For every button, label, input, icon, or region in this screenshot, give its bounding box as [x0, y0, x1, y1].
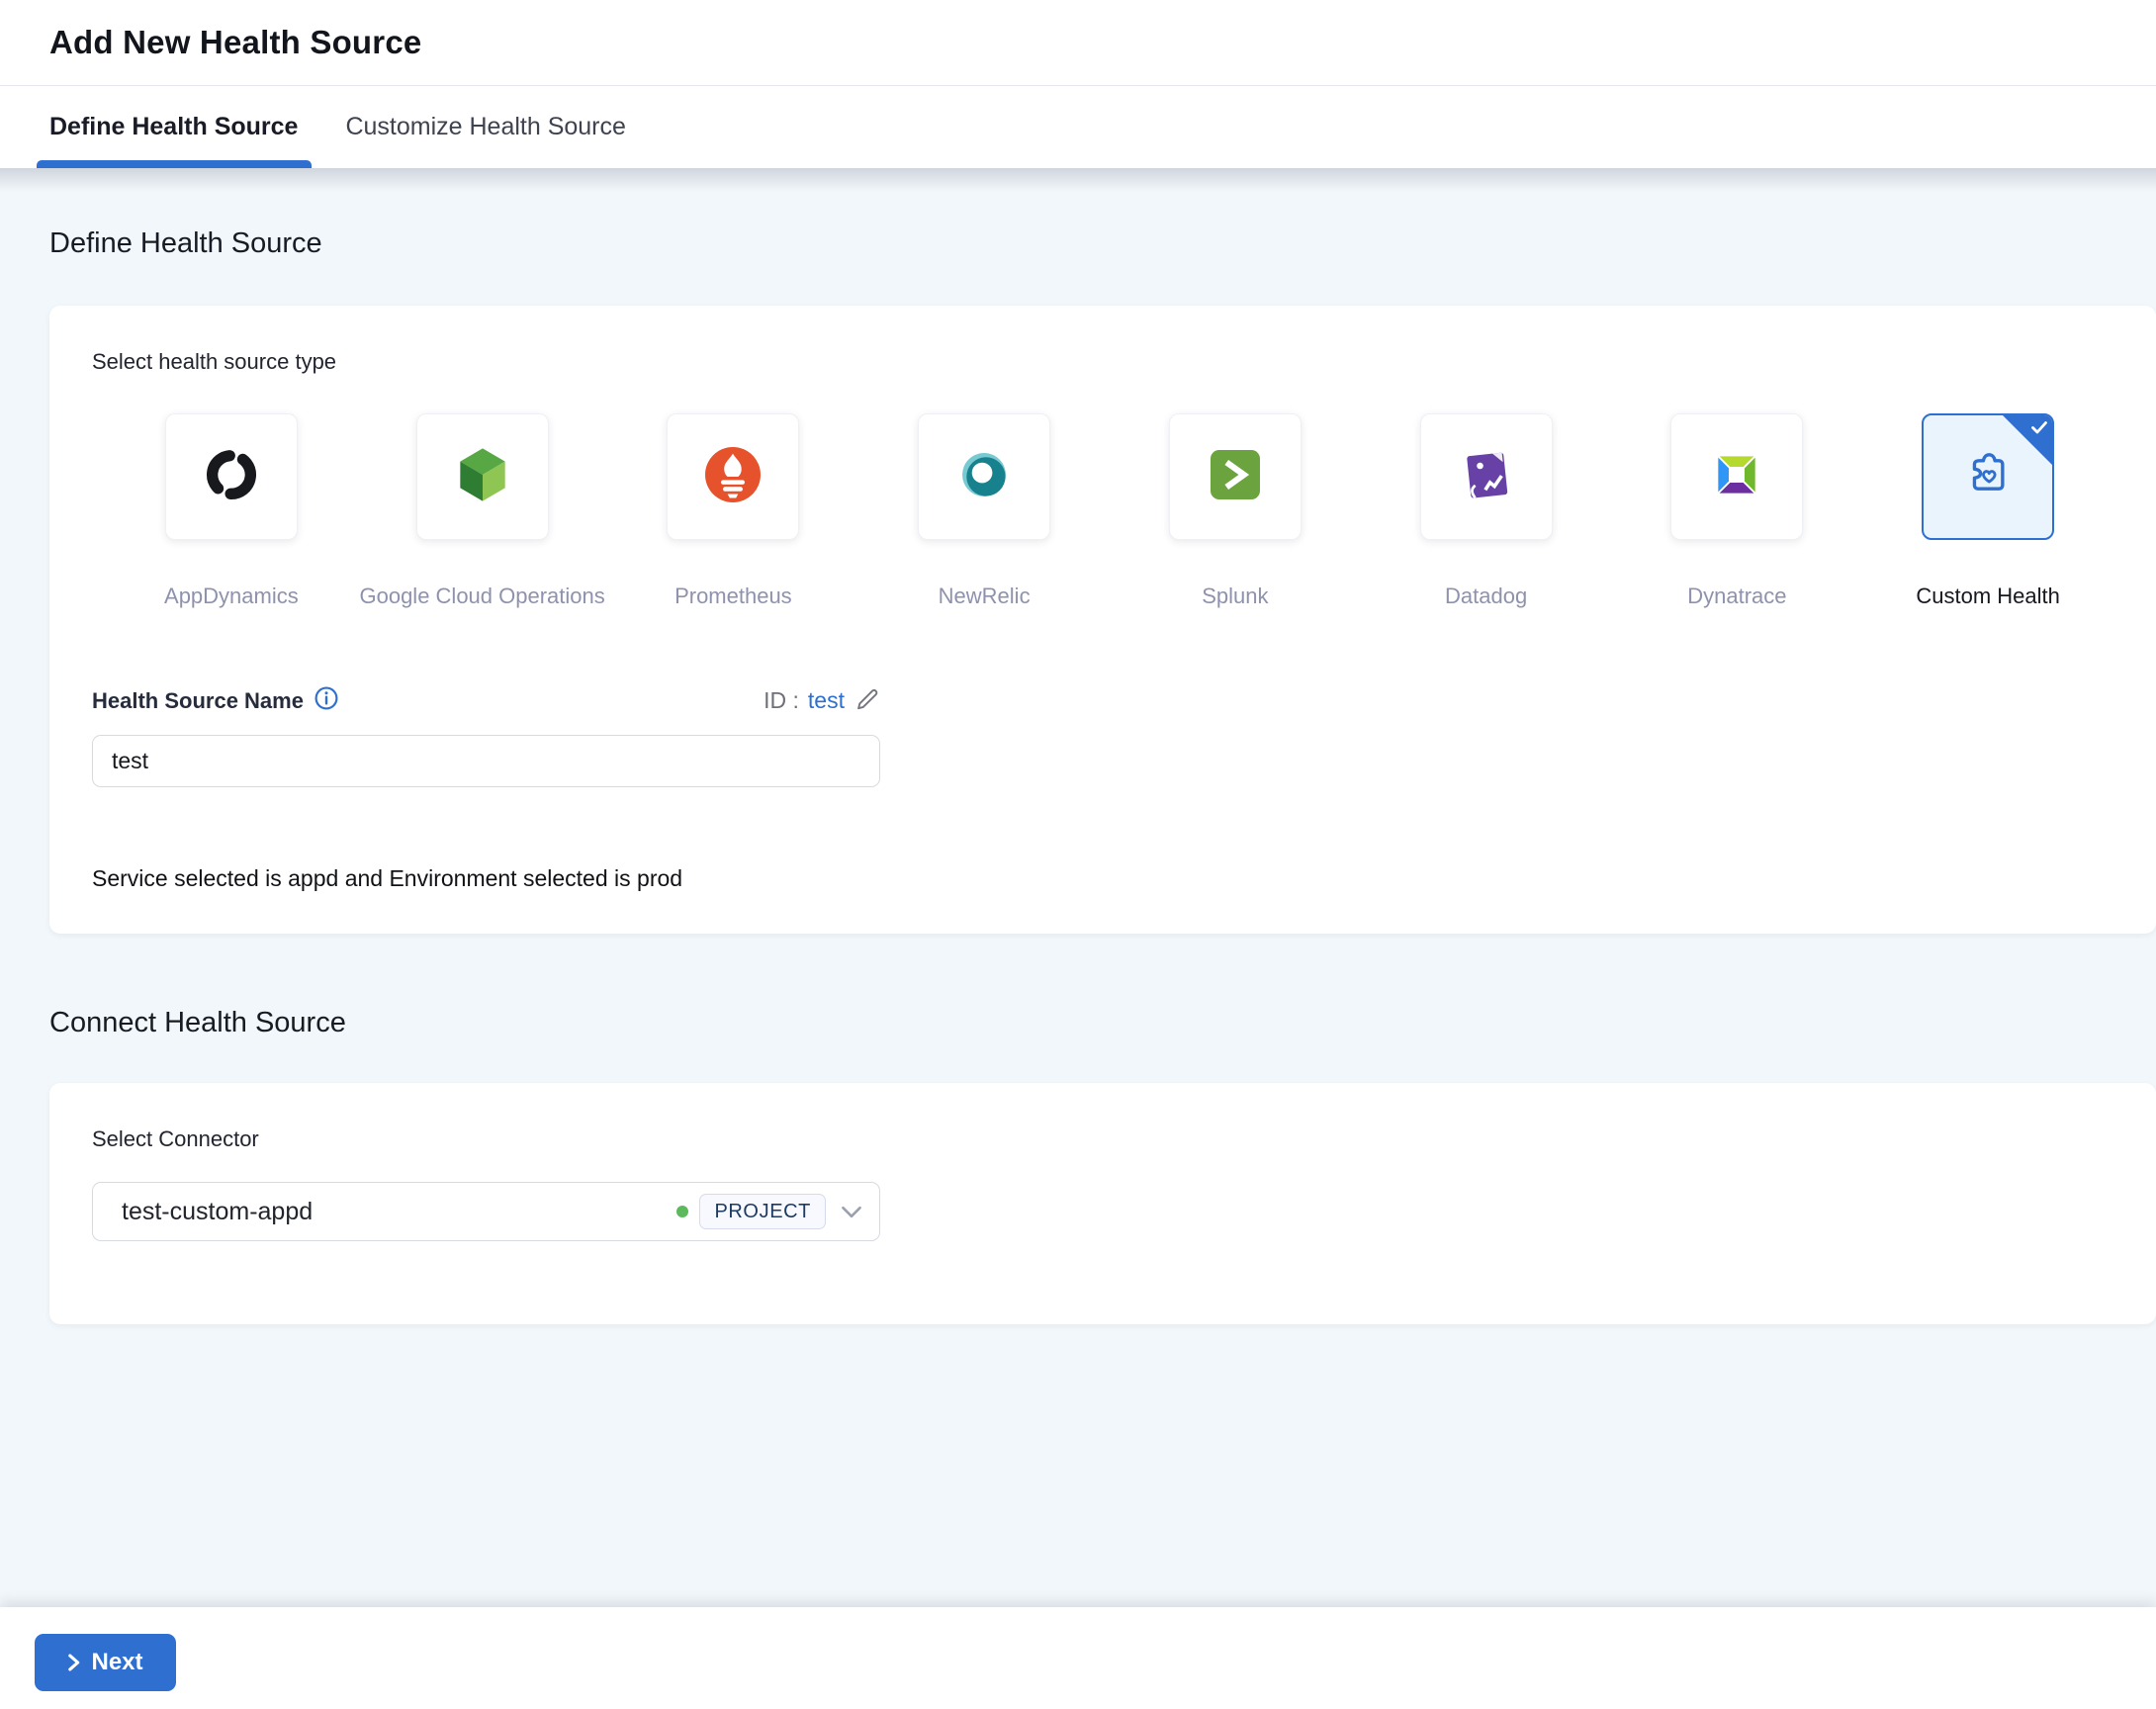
- id-value: test: [807, 687, 845, 713]
- google-cloud-operations-icon: [451, 443, 514, 511]
- connector-status-dot-icon: [676, 1206, 689, 1217]
- source-type-newrelic[interactable]: NewRelic: [858, 413, 1110, 609]
- edit-icon[interactable]: [853, 684, 880, 717]
- source-type-splunk[interactable]: Splunk: [1110, 413, 1361, 609]
- health-source-name-row: Health Source Name ID : test: [92, 684, 880, 717]
- define-section-heading: Define Health Source: [49, 227, 322, 259]
- select-type-label: Select health source type: [92, 349, 337, 374]
- source-type-datadog[interactable]: Datadog: [1361, 413, 1612, 609]
- define-health-source-card: Select health source type AppDynamics Go…: [49, 306, 2156, 934]
- id-display: ID : test: [764, 684, 880, 717]
- tab-label: Define Health Source: [49, 113, 299, 140]
- footer-bar: Next: [0, 1607, 2156, 1709]
- tab-customize-health-source[interactable]: Customize Health Source: [345, 86, 625, 168]
- service-environment-note: Service selected is appd and Environment…: [92, 865, 683, 891]
- info-icon[interactable]: [314, 685, 339, 716]
- splunk-icon: [1206, 445, 1265, 509]
- source-type-google-cloud-operations[interactable]: Google Cloud Operations: [357, 413, 608, 609]
- health-source-name-label: Health Source Name: [92, 687, 304, 713]
- header: Add New Health Source: [0, 0, 2156, 85]
- id-prefix-label: ID :: [764, 687, 799, 713]
- datadog-icon: [1454, 442, 1519, 512]
- newrelic-icon: [953, 444, 1015, 510]
- content-area: Define Health Source Select health sourc…: [0, 168, 2156, 1607]
- health-source-name-input[interactable]: [92, 735, 880, 787]
- source-type-prometheus[interactable]: Prometheus: [608, 413, 859, 609]
- connect-section-heading: Connect Health Source: [49, 1007, 346, 1038]
- tab-define-health-source[interactable]: Define Health Source: [36, 86, 313, 168]
- next-button[interactable]: Next: [35, 1634, 176, 1691]
- selected-check-icon: [2031, 421, 2048, 439]
- page-title: Add New Health Source: [49, 24, 422, 60]
- add-health-source-page: Add New Health Source Define Health Sour…: [0, 0, 2156, 1709]
- tab-label: Customize Health Source: [345, 113, 626, 140]
- next-button-label: Next: [91, 1649, 143, 1675]
- chevron-down-icon[interactable]: [841, 1205, 862, 1219]
- next-chevron-icon: [67, 1653, 80, 1672]
- tab-bar: Define Health Source Customize Health So…: [0, 85, 2156, 168]
- select-connector-label: Select Connector: [92, 1126, 259, 1151]
- connector-scope-badge: PROJECT: [699, 1194, 826, 1229]
- source-type-list: AppDynamics Google Cloud Operations Prom…: [106, 413, 2113, 609]
- connector-value: test-custom-appd: [122, 1197, 314, 1225]
- source-type-custom-health[interactable]: Custom Health: [1862, 413, 2113, 609]
- appdynamics-icon: [200, 443, 263, 511]
- connector-select[interactable]: test-custom-appd PROJECT: [92, 1182, 880, 1241]
- dynatrace-icon: [1705, 443, 1768, 511]
- prometheus-icon: [701, 443, 764, 511]
- connect-health-source-card: Select Connector test-custom-appd PROJEC…: [49, 1083, 2156, 1324]
- source-type-appdynamics[interactable]: AppDynamics: [106, 413, 357, 609]
- source-type-dynatrace[interactable]: Dynatrace: [1612, 413, 1863, 609]
